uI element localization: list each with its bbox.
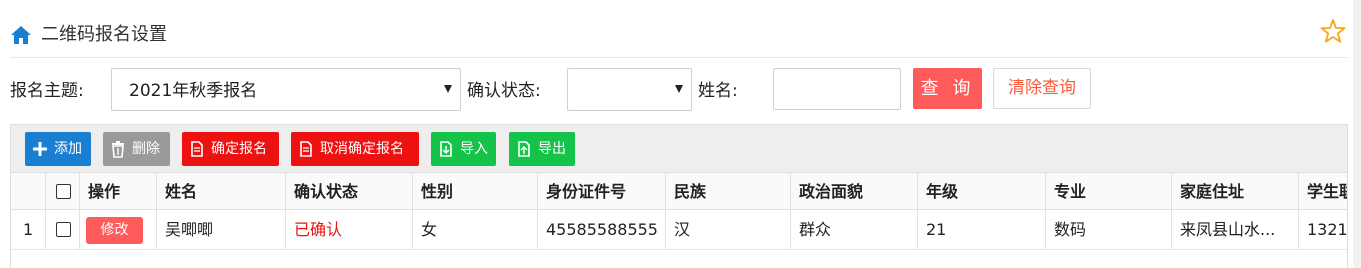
column-header[interactable]: 性别: [412, 173, 537, 209]
confirm-signup-label: 确定报名: [211, 141, 267, 157]
chevron-down-icon: [675, 85, 683, 93]
column-header-label: 专业: [1054, 182, 1087, 201]
column-header[interactable]: 确认状态: [285, 173, 412, 209]
confirm-signup-button[interactable]: 确定报名: [182, 132, 279, 166]
cell-value: 数码: [1054, 220, 1087, 239]
id-number-cell: 45585588555: [537, 210, 665, 249]
add-button[interactable]: 添加: [25, 132, 91, 166]
column-header-label: 确认状态: [294, 182, 359, 201]
trash-icon: [112, 141, 124, 158]
row-checkbox[interactable]: [56, 222, 71, 237]
column-header-label: 政治面貌: [799, 182, 864, 201]
export-button-label: 导出: [538, 141, 566, 157]
status-cell: 已确认: [285, 210, 412, 249]
delete-button[interactable]: 删除: [103, 132, 170, 166]
contact-cell: 1321: [1298, 210, 1347, 249]
column-header-label: 年级: [926, 182, 959, 201]
table-header: 操作 姓名 确认状态 性别 身份证件号 民族 政治面貌 年级 专业 家庭住址 学…: [11, 173, 1347, 210]
column-header[interactable]: 学生联: [1298, 173, 1347, 209]
name-cell: 吴唧唧: [156, 210, 285, 249]
cell-value: 来凤县山水...: [1180, 220, 1276, 239]
cell-value: 45585588555: [546, 220, 658, 239]
table-row[interactable]: 1 修改 吴唧唧 已确认 女 45585588555 汉 群众 21 数码 来凤…: [11, 210, 1347, 250]
star-icon[interactable]: [1320, 18, 1346, 44]
column-header[interactable]: 身份证件号: [537, 173, 665, 209]
political-cell: 群众: [790, 210, 917, 249]
data-panel: 添加 删除 确定报名 取消确定报名 导入 导出 操作 姓名 确认状态 性别 身份…: [10, 124, 1348, 268]
gender-cell: 女: [412, 210, 537, 249]
page-title: 二维码报名设置: [41, 24, 167, 45]
column-header[interactable]: 民族: [665, 173, 790, 209]
scrollbar[interactable]: [1353, 0, 1361, 268]
status-badge: 已确认: [294, 220, 343, 239]
column-header-label: 家庭住址: [1180, 182, 1245, 201]
cell-value: 1321: [1307, 220, 1347, 239]
header-checkbox-cell: [45, 173, 79, 209]
home-icon[interactable]: [10, 25, 32, 45]
cancel-confirm-label: 取消确定报名: [320, 141, 404, 157]
cell-value: 21: [926, 220, 947, 239]
column-header-label: 性别: [421, 182, 454, 201]
column-header-label: 操作: [88, 182, 121, 201]
header-divider: [10, 57, 1348, 58]
row-index-cell: 1: [11, 210, 45, 249]
name-label: 姓名:: [698, 81, 738, 101]
column-header[interactable]: 年级: [917, 173, 1045, 209]
select-all-checkbox[interactable]: [56, 184, 71, 199]
column-header-label: 姓名: [165, 182, 198, 201]
grade-cell: 21: [917, 210, 1045, 249]
row-checkbox-cell: [45, 210, 79, 249]
cell-value: 群众: [799, 220, 832, 239]
column-header-label: 学生联: [1307, 182, 1347, 201]
ethnicity-cell: 汉: [665, 210, 790, 249]
delete-button-label: 删除: [132, 141, 160, 157]
cancel-confirm-button[interactable]: 取消确定报名: [291, 132, 419, 166]
column-header[interactable]: 专业: [1045, 173, 1171, 209]
major-cell: 数码: [1045, 210, 1171, 249]
action-cell: 修改: [79, 210, 156, 249]
status-select[interactable]: [567, 68, 692, 111]
clear-query-button[interactable]: 清除查询: [993, 68, 1091, 109]
name-input[interactable]: [773, 68, 901, 110]
chevron-down-icon: [444, 85, 452, 93]
cell-value: 女: [421, 220, 438, 239]
export-icon: [518, 141, 530, 157]
add-button-label: 添加: [54, 141, 82, 157]
column-header[interactable]: 家庭住址: [1171, 173, 1298, 209]
column-header-label: 民族: [674, 182, 707, 201]
query-button[interactable]: 查 询: [913, 68, 982, 109]
column-header[interactable]: 操作: [79, 173, 156, 209]
page-header: 二维码报名设置: [0, 0, 1361, 58]
topic-select[interactable]: 2021年秋季报名: [111, 68, 461, 111]
topic-select-value: 2021年秋季报名: [129, 81, 258, 101]
row-index: 1: [23, 220, 34, 239]
header-index-cell: [11, 173, 45, 209]
cell-value: 吴唧唧: [165, 220, 214, 239]
import-icon: [440, 141, 452, 157]
export-button[interactable]: 导出: [509, 132, 575, 166]
column-header-label: 身份证件号: [546, 182, 627, 201]
column-header[interactable]: 政治面貌: [790, 173, 917, 209]
document-icon: [191, 141, 203, 157]
plus-icon: [33, 142, 47, 156]
column-header[interactable]: 姓名: [156, 173, 285, 209]
import-button-label: 导入: [460, 141, 488, 157]
edit-button[interactable]: 修改: [86, 217, 143, 244]
topic-label: 报名主题:: [10, 81, 84, 101]
toolbar: 添加 删除 确定报名 取消确定报名 导入 导出: [11, 125, 1347, 173]
address-cell: 来凤县山水...: [1171, 210, 1298, 249]
cell-value: 汉: [674, 220, 691, 239]
import-button[interactable]: 导入: [431, 132, 496, 166]
status-label: 确认状态:: [467, 81, 541, 101]
document-icon: [300, 141, 312, 157]
